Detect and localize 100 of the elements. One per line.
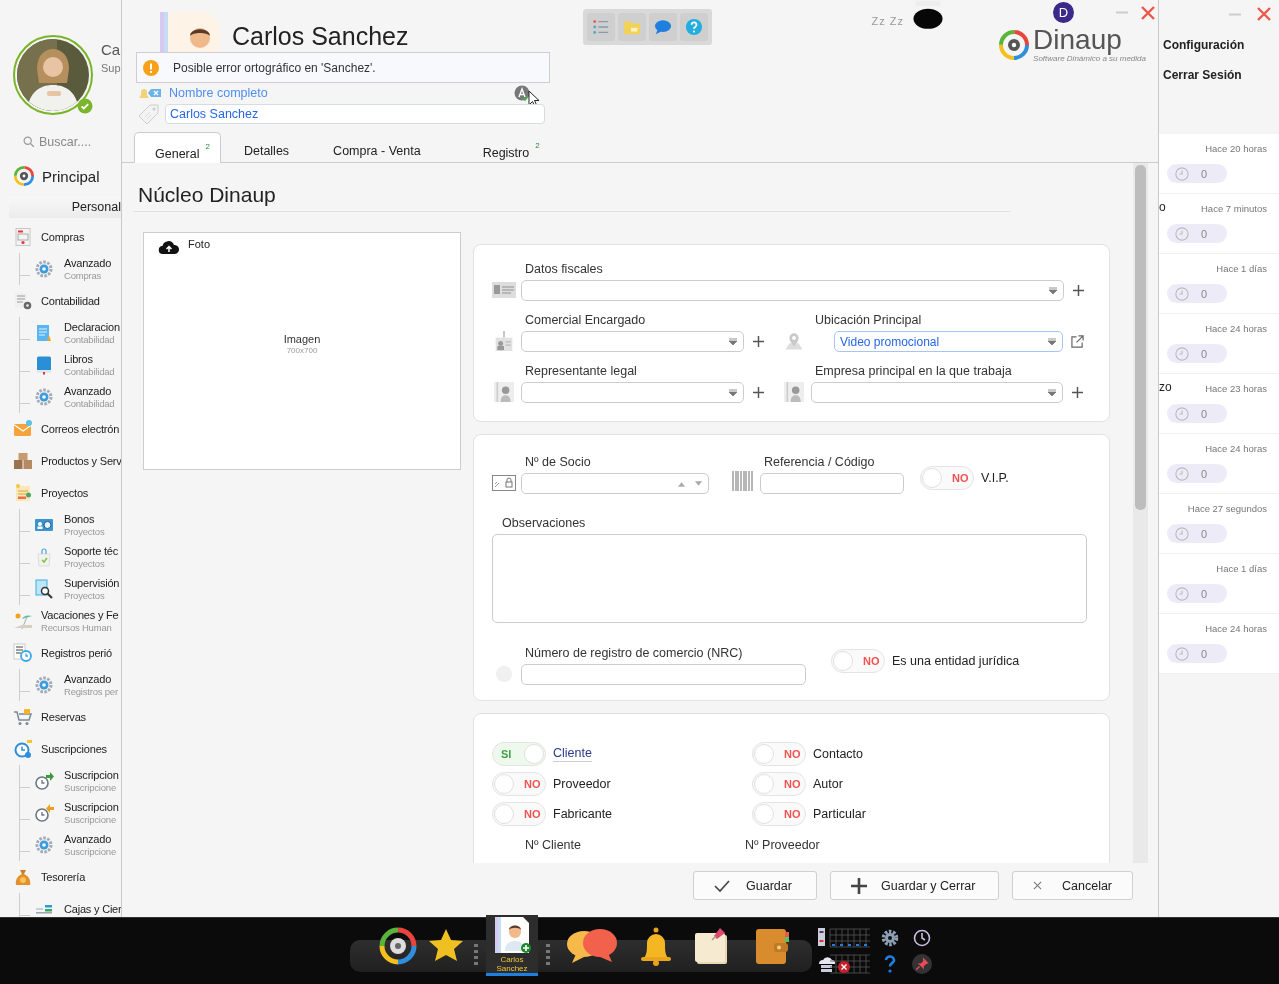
- dropdown-field[interactable]: [521, 331, 744, 352]
- sidebar-item[interactable]: Contabilidad: [41, 294, 100, 308]
- pin-icon[interactable]: [912, 954, 932, 974]
- sidebar-item[interactable]: Productos y Serv: [41, 454, 121, 468]
- money-bag-icon: [13, 867, 33, 887]
- clock-icon: [1175, 286, 1189, 301]
- sidebar-item[interactable]: Suscripciones: [41, 742, 107, 756]
- photo-panel[interactable]: Foto Imagen 700x700: [143, 232, 461, 470]
- plus-icon: [851, 877, 867, 894]
- sidebar-item[interactable]: Proyectos: [41, 486, 89, 500]
- menu-item[interactable]: Cerrar Sesión: [1163, 68, 1279, 82]
- cart-icon: [13, 707, 33, 727]
- dropdown-field[interactable]: Video promocional: [834, 331, 1063, 352]
- action-button[interactable]: Cancelar: [1012, 871, 1133, 900]
- sidebar-item[interactable]: Bonos: [64, 512, 105, 526]
- notification-card[interactable]: Hace 1 días 0: [1159, 554, 1279, 614]
- settings-icon[interactable]: [880, 928, 900, 948]
- menu-item[interactable]: Configuración: [1163, 38, 1279, 52]
- add-icon[interactable]: [753, 336, 764, 347]
- tab[interactable]: Registro $^{2}$: [461, 132, 551, 162]
- sidebar-item[interactable]: Tesorería: [41, 870, 86, 884]
- notification-card[interactable]: Hace 24 horas 0: [1159, 434, 1279, 494]
- toggle-label: Cliente: [553, 746, 592, 762]
- tab[interactable]: Detalles: [220, 132, 313, 162]
- item-category: Proyectos: [64, 525, 105, 538]
- up-caret-icon[interactable]: [677, 480, 686, 487]
- taskbar-item[interactable]: [564, 926, 620, 966]
- search-field[interactable]: Buscar....: [39, 135, 119, 149]
- notification-card[interactable]: Hace 20 horas 0: [1159, 134, 1279, 194]
- external-link-icon[interactable]: [1071, 335, 1084, 348]
- number-field[interactable]: [521, 473, 709, 494]
- chat-button[interactable]: [649, 13, 678, 41]
- clock-icon: [1175, 226, 1189, 241]
- sidebar-item[interactable]: Avanzado: [64, 832, 116, 846]
- taskbar-item[interactable]: [378, 926, 418, 966]
- notification-card[interactable]: zo Hace 23 horas 0: [1159, 374, 1279, 434]
- timestamp: Hace 24 horas: [1205, 323, 1267, 334]
- sidebar-item[interactable]: Cajas y Cier: [64, 902, 121, 916]
- help-button[interactable]: [680, 13, 709, 41]
- tab[interactable]: Compra - Venta: [312, 132, 462, 162]
- sidebar-item[interactable]: Avanzado: [64, 384, 115, 398]
- sidebar-item[interactable]: Supervisión: [64, 576, 120, 590]
- sidebar-item[interactable]: Vacaciones y Fe: [41, 608, 119, 622]
- form-icon: [13, 227, 33, 247]
- dropdown-field[interactable]: [521, 382, 744, 403]
- list-button[interactable]: [587, 13, 616, 41]
- history-icon[interactable]: [912, 928, 932, 948]
- timestamp: Hace 24 horas: [1205, 443, 1267, 454]
- field-label: Ubicación Principal: [815, 313, 923, 327]
- sidebar-item[interactable]: Suscripcion: [64, 800, 119, 814]
- count: 0: [1201, 287, 1208, 300]
- dropdown-field[interactable]: [521, 280, 1064, 301]
- sidebar-item[interactable]: Avanzado: [64, 672, 118, 686]
- notification-card[interactable]: Hace 1 días 0: [1159, 254, 1279, 314]
- scrollbar-thumb[interactable]: [1135, 165, 1146, 510]
- action-button[interactable]: Guardar: [693, 871, 817, 900]
- sidebar-item[interactable]: Compras: [41, 230, 85, 244]
- toggle-label: Particular: [813, 807, 866, 821]
- sidebar-item[interactable]: Declaracion: [64, 320, 120, 334]
- add-icon[interactable]: [753, 387, 764, 398]
- sidebar-item[interactable]: Correos electrón: [41, 422, 120, 436]
- gear-icon: [34, 835, 54, 855]
- add-icon[interactable]: [1073, 285, 1084, 296]
- notification-title: zo: [1159, 380, 1172, 394]
- sidebar-item[interactable]: Libros: [64, 352, 115, 366]
- notification-card[interactable]: Hace 24 horas 0: [1159, 314, 1279, 374]
- sidebar-item[interactable]: Reservas: [41, 710, 86, 724]
- sidebar-item[interactable]: Registros perió: [41, 646, 112, 660]
- action-button[interactable]: Guardar y Cerrar: [830, 871, 999, 900]
- notification-card[interactable]: o Hace 7 minutos 0: [1159, 194, 1279, 254]
- sidebar-item[interactable]: Avanzado: [64, 256, 112, 270]
- field-label: Nº de Socio: [525, 455, 592, 469]
- clock-icon: [1175, 346, 1189, 361]
- envelope-icon: [13, 419, 33, 439]
- user-avatar[interactable]: D: [1053, 2, 1074, 23]
- add-icon[interactable]: [1072, 387, 1083, 398]
- timestamp: Hace 24 horas: [1205, 623, 1267, 634]
- name-input[interactable]: Carlos Sanchez: [165, 104, 545, 124]
- taskbar-item[interactable]: Carlos Sanchez: [486, 915, 538, 976]
- registry-input[interactable]: [521, 664, 806, 685]
- cloud-upload-icon: [158, 239, 180, 255]
- warning-icon: [143, 59, 159, 76]
- document-icon: [34, 323, 54, 343]
- boxes-icon: [13, 451, 33, 471]
- book-icon: [34, 355, 54, 375]
- toggle-label: Es una entidad jurídica: [892, 654, 1020, 668]
- umbrella-icon: [13, 611, 33, 631]
- notes-textarea[interactable]: [492, 534, 1087, 623]
- dropdown-field[interactable]: [811, 382, 1063, 403]
- sidebar-item[interactable]: Suscripcion: [64, 768, 119, 782]
- timestamp: Hace 20 horas: [1205, 143, 1267, 154]
- contact-card-icon: [492, 915, 532, 955]
- minimize-icon: [1228, 12, 1242, 16]
- reference-input[interactable]: [760, 473, 904, 494]
- notification-card[interactable]: Hace 24 horas 0: [1159, 614, 1279, 674]
- notification-card[interactable]: Hace 27 segundos 0: [1159, 494, 1279, 554]
- stopwatch-icon: [34, 803, 54, 823]
- sidebar-item[interactable]: Soporte téc: [64, 544, 119, 558]
- caret-icon[interactable]: [694, 480, 703, 487]
- tab[interactable]: General $^{2}$: [134, 132, 221, 163]
